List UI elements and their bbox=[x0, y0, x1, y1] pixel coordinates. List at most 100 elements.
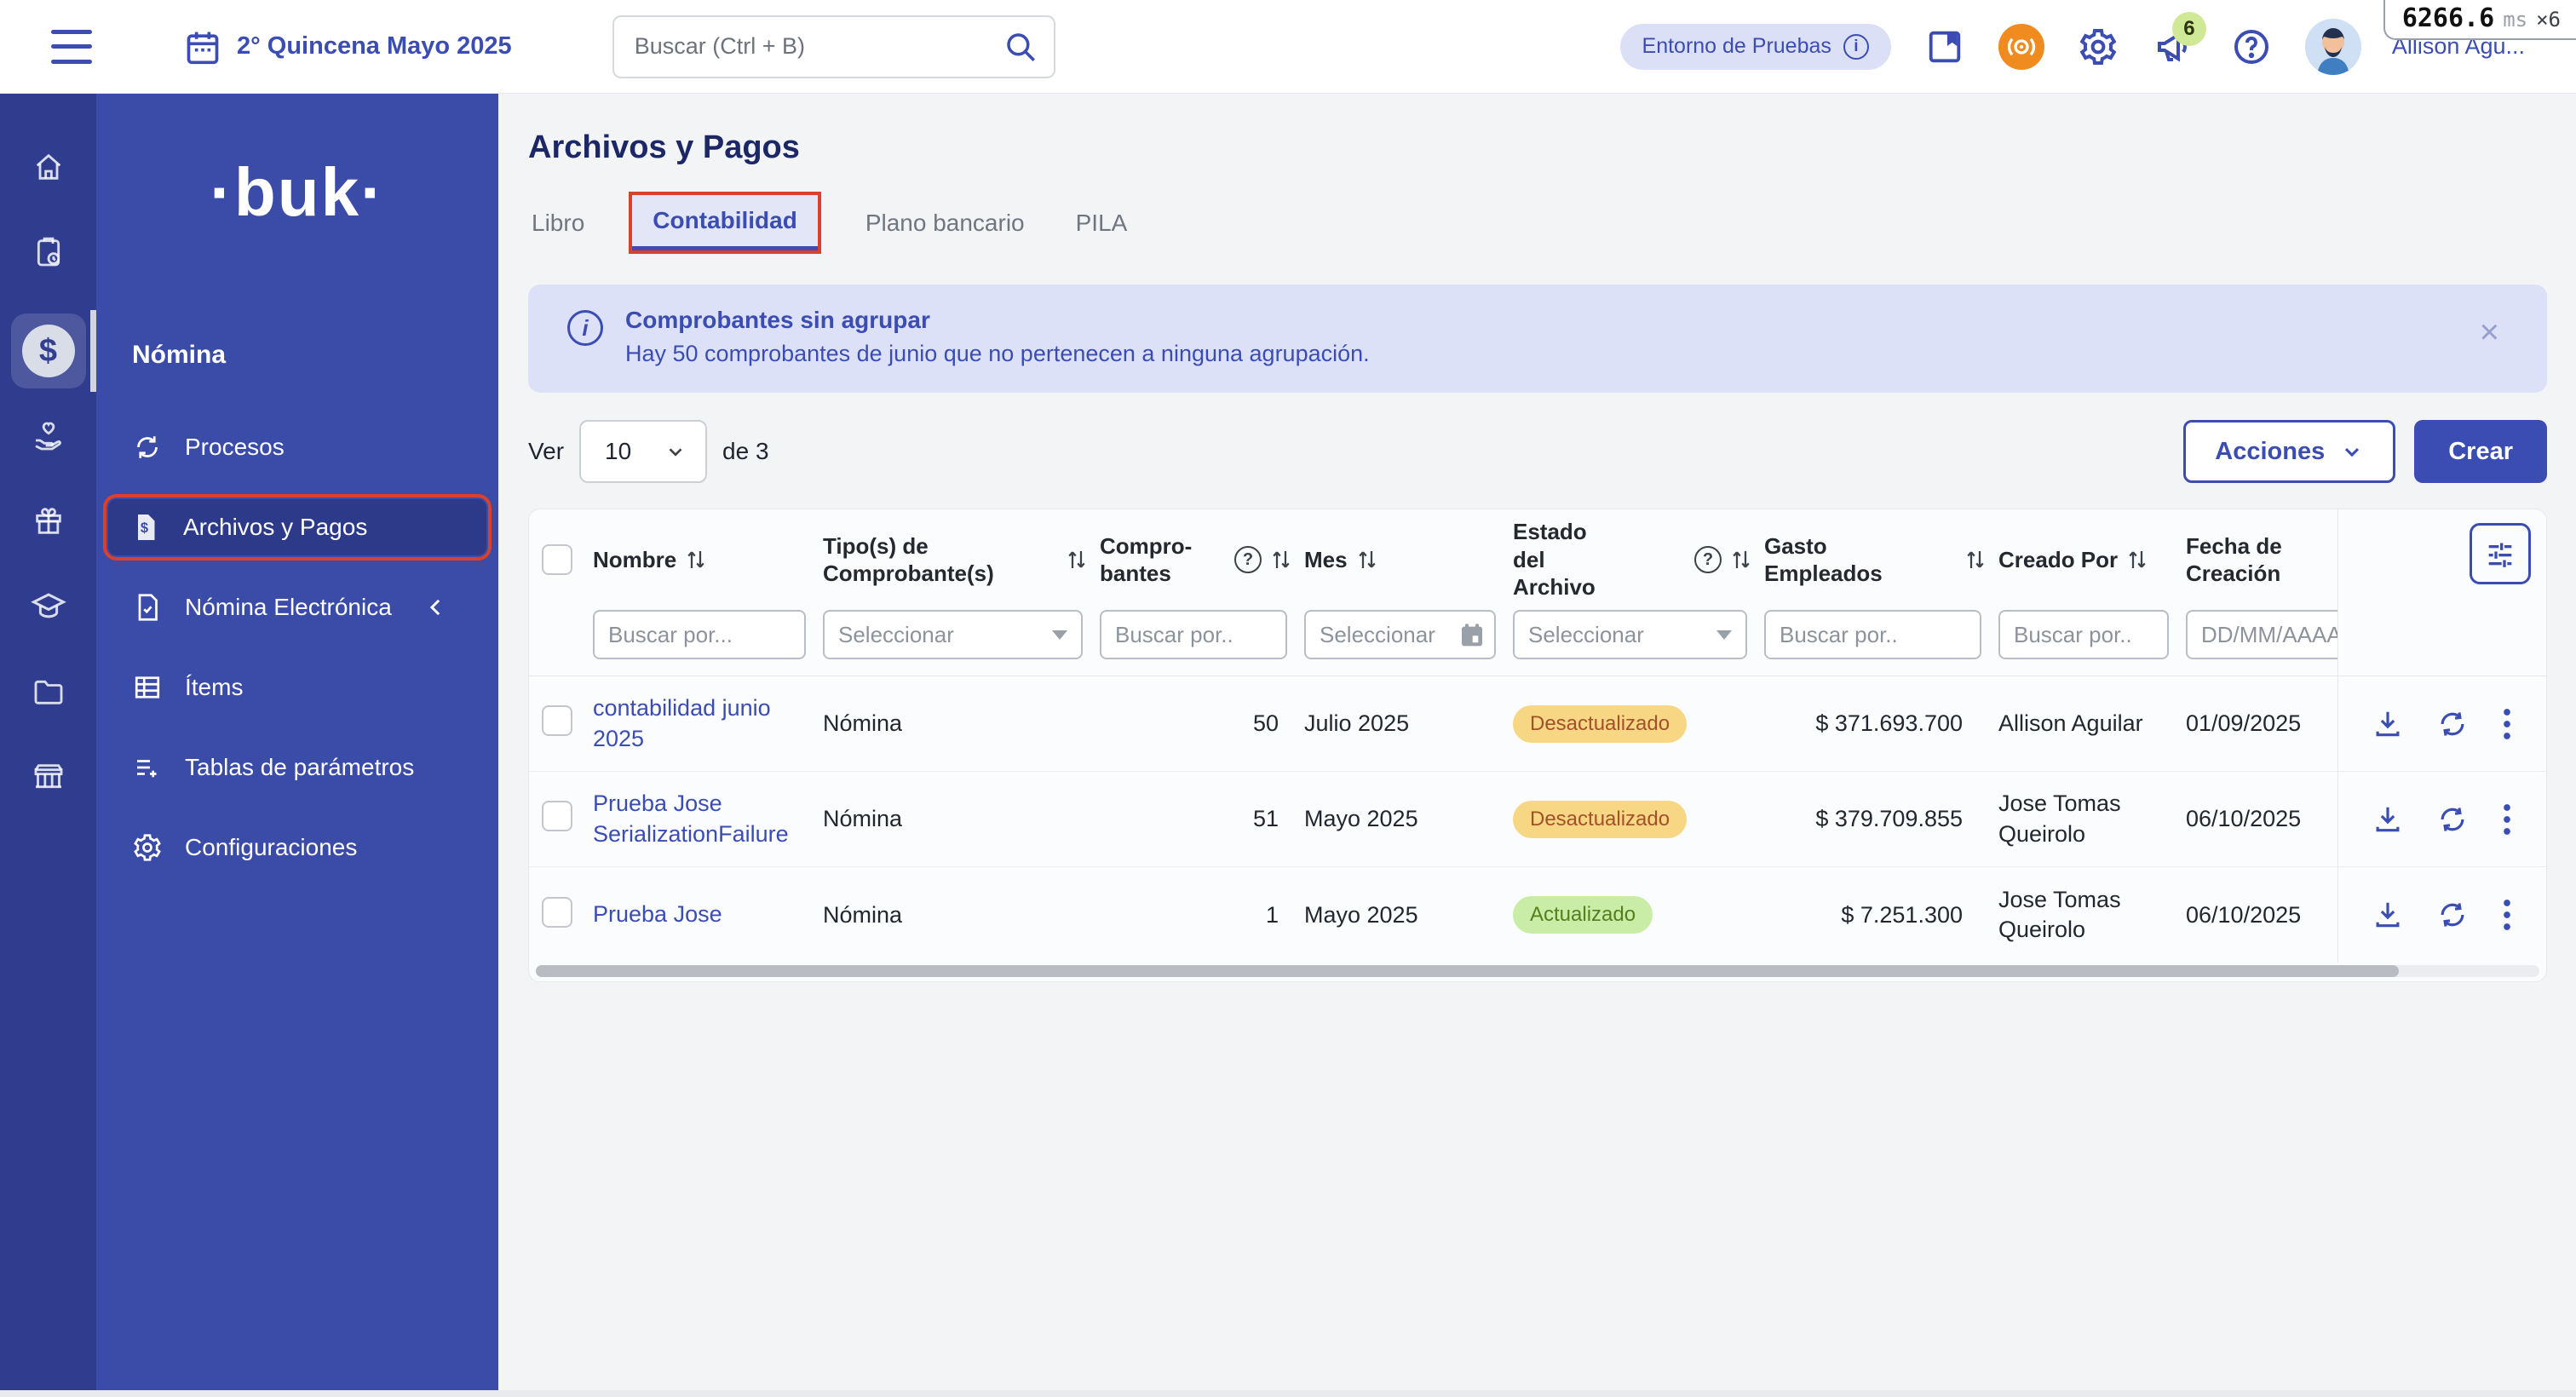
filter-mes-datepicker[interactable] bbox=[1304, 610, 1496, 659]
select-all-checkbox[interactable] bbox=[542, 544, 572, 575]
sort-icon[interactable] bbox=[1270, 547, 1292, 572]
col-header-estado: Estado del Archivo ? bbox=[1513, 518, 1764, 601]
col-header-tipo: Tipo(s) de Comprobante(s) bbox=[823, 532, 1100, 588]
sidebar-item-configuraciones[interactable]: Configuraciones bbox=[96, 819, 486, 876]
sync-icon[interactable] bbox=[2436, 708, 2469, 740]
table-scroll-area: Nombre Tipo(s) de Comprobante(s) Compro­… bbox=[529, 509, 2337, 963]
sidebar-item-items[interactable]: Ítems bbox=[96, 659, 486, 716]
sync-icon[interactable] bbox=[2436, 899, 2469, 931]
row-actions bbox=[2338, 772, 2546, 867]
sync-icon[interactable] bbox=[2436, 803, 2469, 836]
environment-info-icon: i bbox=[1843, 33, 1869, 60]
sort-icon[interactable] bbox=[2126, 547, 2148, 572]
sidebar-item-procesos[interactable]: Procesos bbox=[96, 419, 486, 475]
row-checkbox[interactable] bbox=[542, 705, 572, 736]
settings-button[interactable] bbox=[2075, 24, 2121, 70]
acciones-button[interactable]: Acciones bbox=[2183, 420, 2396, 483]
sort-icon[interactable] bbox=[1730, 547, 1752, 572]
sort-icon[interactable] bbox=[1964, 547, 1987, 572]
rail-item-gifts[interactable] bbox=[11, 497, 86, 545]
sliders-icon bbox=[2488, 543, 2512, 567]
kebab-menu-icon[interactable] bbox=[2501, 706, 2513, 742]
column-settings-button[interactable] bbox=[2470, 523, 2531, 584]
bookmark-icon bbox=[1929, 31, 1961, 62]
banner-message: Hay 50 comprobantes de junio que no pert… bbox=[625, 341, 1370, 366]
sidebar-item-archivos-y-pagos[interactable]: $ Archivos y Pagos bbox=[103, 494, 492, 561]
gear-icon bbox=[2079, 28, 2117, 65]
download-icon[interactable] bbox=[2372, 803, 2404, 836]
sidebar-item-tablas-de-parametros[interactable]: Tablas de parámetros bbox=[96, 739, 486, 796]
document-dollar-icon: $ bbox=[138, 515, 155, 540]
page-size-label: Ver bbox=[528, 438, 565, 464]
collapse-chevron-icon[interactable] bbox=[423, 595, 449, 620]
sidebar-item-nomina-electronica[interactable]: Nómina Electrónica bbox=[96, 579, 486, 635]
kebab-menu-icon[interactable] bbox=[2501, 897, 2513, 933]
col-header-nombre: Nombre bbox=[593, 546, 823, 574]
search-icon[interactable] bbox=[1003, 29, 1038, 65]
filter-creado-input[interactable] bbox=[1998, 610, 2169, 659]
filter-comprobantes-input[interactable] bbox=[1100, 610, 1287, 659]
tab-pila[interactable]: PILA bbox=[1072, 198, 1131, 249]
filter-fecha-input[interactable] bbox=[2186, 610, 2337, 659]
period-selector[interactable]: 2° Quincena Mayo 2025 bbox=[184, 28, 512, 66]
col-header-mes: Mes bbox=[1304, 546, 1513, 574]
filter-estado-select[interactable]: Seleccionar bbox=[1513, 610, 1747, 659]
tab-libro[interactable]: Libro bbox=[528, 198, 588, 249]
sort-icon[interactable] bbox=[685, 547, 707, 572]
search-input[interactable] bbox=[612, 14, 1055, 78]
close-icon[interactable]: × bbox=[2480, 315, 2499, 349]
hamburger-menu-icon[interactable] bbox=[51, 29, 92, 64]
tab-contabilidad[interactable]: Contabilidad bbox=[629, 192, 821, 254]
assistant-icon bbox=[1998, 23, 2044, 70]
sidebar-item-label: Archivos y Pagos bbox=[183, 514, 368, 540]
sidebar-panel: ·buk· Nómina Procesos $ Archivos y Pagos… bbox=[96, 94, 498, 1390]
col-header-fecha: Fecha de Creación bbox=[2186, 532, 2282, 587]
rail-item-payroll[interactable]: $ bbox=[10, 310, 97, 392]
avatar[interactable] bbox=[2304, 18, 2361, 75]
download-icon[interactable] bbox=[2372, 708, 2404, 740]
sort-icon[interactable] bbox=[1356, 547, 1378, 572]
rail-item-benefits[interactable] bbox=[11, 412, 86, 460]
assistant-button[interactable] bbox=[1998, 23, 2044, 70]
cell-gasto: $ 7.251.300 bbox=[1841, 901, 1963, 928]
rail-item-documents[interactable] bbox=[11, 668, 86, 716]
crear-button[interactable]: Crear bbox=[2414, 420, 2547, 483]
performance-overlay: 6266.6 ms ×6 bbox=[2383, 0, 2576, 40]
page-size-select[interactable]: 10 bbox=[579, 420, 708, 483]
download-icon[interactable] bbox=[2372, 899, 2404, 931]
help-circle-icon[interactable]: ? bbox=[1234, 546, 1262, 573]
gear-icon bbox=[134, 834, 161, 861]
filter-tipo-select[interactable]: Seleccionar bbox=[823, 610, 1083, 659]
global-search bbox=[612, 14, 1055, 78]
rail-item-home[interactable] bbox=[11, 143, 86, 191]
help-circle-icon[interactable]: ? bbox=[1694, 546, 1722, 573]
file-name-link[interactable]: contabilidad junio 2025 bbox=[593, 693, 823, 753]
rail-item-training[interactable] bbox=[11, 583, 86, 630]
scrollbar-thumb[interactable] bbox=[536, 965, 2400, 977]
tab-bar: Libro Contabilidad Plano bancario PILA bbox=[528, 192, 2547, 254]
filter-gasto-input[interactable] bbox=[1764, 610, 1981, 659]
rail-item-organization[interactable] bbox=[11, 753, 86, 801]
help-button[interactable] bbox=[2228, 24, 2274, 70]
file-name-link[interactable]: Prueba Jose SerializationFailure bbox=[593, 789, 823, 848]
announcements-button[interactable]: 6 bbox=[2152, 11, 2206, 70]
filter-nombre-input[interactable] bbox=[593, 610, 806, 659]
list-actions: Acciones Crear bbox=[2183, 420, 2547, 483]
bookmark-button[interactable] bbox=[1922, 24, 1968, 70]
environment-badge[interactable]: Entorno de Pruebas i bbox=[1619, 23, 1891, 70]
list-controls: Ver 10 de 3 Acciones Crear bbox=[528, 420, 2547, 483]
row-checkbox[interactable] bbox=[542, 896, 572, 928]
hand-heart-icon bbox=[34, 422, 61, 451]
cell-comprobantes: 50 bbox=[1252, 710, 1279, 736]
file-name-link[interactable]: Prueba Jose bbox=[593, 900, 823, 929]
cell-tipo: Nómina bbox=[823, 901, 903, 928]
table-header-row: Nombre Tipo(s) de Comprobante(s) Compro­… bbox=[529, 509, 2337, 610]
rail-item-attendance[interactable] bbox=[11, 228, 86, 276]
buk-logo: ·buk· bbox=[210, 154, 385, 230]
col-header-creado: Creado Por bbox=[1998, 546, 2186, 574]
kebab-menu-icon[interactable] bbox=[2501, 802, 2513, 837]
refresh-icon bbox=[137, 436, 158, 458]
row-checkbox[interactable] bbox=[542, 801, 572, 831]
sort-icon[interactable] bbox=[1066, 547, 1088, 572]
tab-plano-bancario[interactable]: Plano bancario bbox=[862, 198, 1028, 249]
